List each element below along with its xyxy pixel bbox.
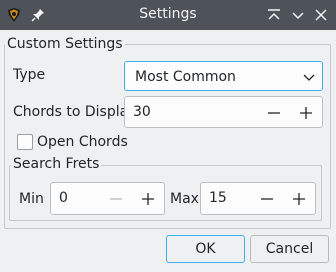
close-icon[interactable] <box>312 6 330 24</box>
ok-button[interactable]: OK <box>166 235 245 263</box>
min-spinbox[interactable]: 0 <box>50 182 165 215</box>
window-title: Settings <box>139 6 197 22</box>
keep-above-icon[interactable] <box>265 6 283 24</box>
minus-icon[interactable] <box>266 105 282 121</box>
settings-dialog: Settings Custom Settings Type Most Commo… <box>0 0 336 272</box>
custom-settings-title: Custom Settings <box>5 36 125 52</box>
minimize-icon[interactable] <box>289 6 307 24</box>
type-combobox-value: Most Common <box>135 69 236 85</box>
max-value[interactable]: 15 <box>209 190 227 206</box>
max-spinbox[interactable]: 15 <box>200 182 316 215</box>
chevron-down-icon[interactable] <box>302 70 316 84</box>
type-combobox[interactable]: Most Common <box>124 61 323 91</box>
min-label: Min <box>19 191 44 207</box>
minus-icon <box>110 198 122 200</box>
plus-icon[interactable] <box>291 191 307 207</box>
type-label: Type <box>13 67 46 83</box>
open-chords-checkbox[interactable] <box>17 134 33 150</box>
open-chords-label[interactable]: Open Chords <box>37 134 128 150</box>
title-bar[interactable]: Settings <box>0 0 336 30</box>
plus-icon[interactable] <box>298 105 314 121</box>
search-frets-title: Search Frets <box>11 156 102 172</box>
max-label: Max <box>170 191 199 207</box>
plus-icon[interactable] <box>140 191 156 207</box>
chords-to-display-label: Chords to Display <box>13 104 137 120</box>
minus-icon[interactable] <box>259 191 275 207</box>
min-value[interactable]: 0 <box>59 190 68 206</box>
chords-to-display-value[interactable]: 30 <box>133 104 151 120</box>
cancel-button[interactable]: Cancel <box>250 235 329 263</box>
chords-to-display-spinbox[interactable]: 30 <box>124 96 323 128</box>
